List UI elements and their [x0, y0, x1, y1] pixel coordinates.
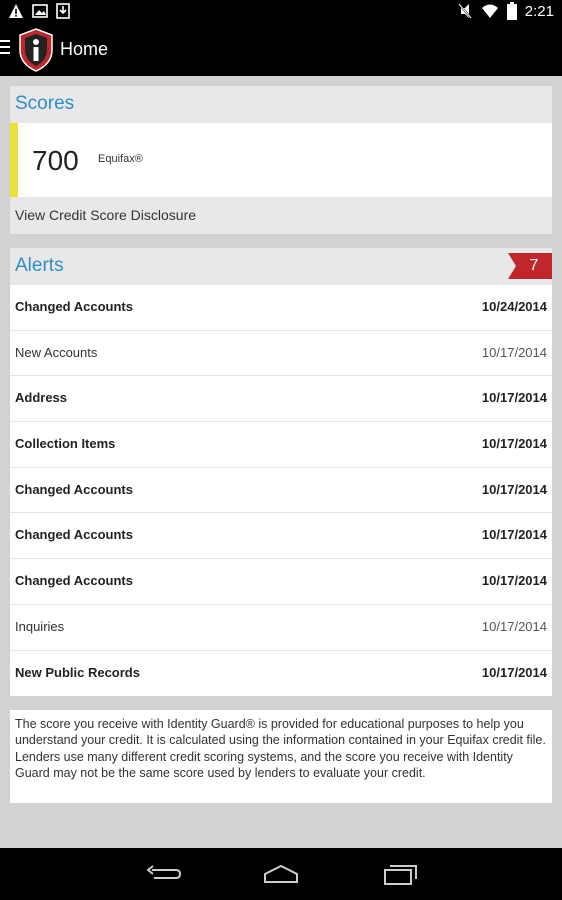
status-right-icons: 2:21	[457, 2, 554, 20]
menu-icon[interactable]	[0, 40, 10, 58]
alert-row[interactable]: Changed Accounts 10/17/2014	[10, 513, 552, 560]
alert-date: 10/17/2014	[481, 436, 547, 452]
scores-card: Scores 700 Equifax® View Credit Score Di…	[10, 86, 552, 234]
alert-list: Changed Accounts 10/24/2014 New Accounts…	[10, 285, 552, 697]
battery-icon	[506, 2, 517, 20]
alert-date: 10/17/2014	[481, 481, 547, 497]
credit-score-disclosure-link[interactable]: View Credit Score Disclosure	[15, 207, 196, 223]
image-icon	[32, 4, 48, 18]
alert-name: Address	[15, 390, 68, 406]
alert-name: Changed Accounts	[15, 481, 133, 497]
disclaimer-card: The score you receive with Identity Guar…	[10, 710, 552, 803]
alert-name: Collection Items	[15, 436, 116, 452]
page-title: Home	[60, 39, 109, 59]
alert-row[interactable]: Changed Accounts 10/17/2014	[10, 559, 552, 605]
disclaimer-text: The score you receive with Identity Guar…	[15, 717, 546, 780]
alerts-title: Alerts	[15, 255, 64, 276]
score-row[interactable]: 700 Equifax®	[10, 123, 552, 197]
alert-row[interactable]: Inquiries 10/17/2014	[10, 604, 552, 651]
alert-date: 10/17/2014	[481, 618, 547, 634]
alert-date: 10/24/2014	[481, 299, 547, 314]
alert-name: Inquiries	[15, 618, 65, 634]
scores-title: Scores	[15, 93, 75, 114]
credit-score-value: 700	[32, 145, 79, 176]
home-icon[interactable]	[261, 862, 301, 886]
alert-name: Changed Accounts	[15, 527, 133, 543]
alert-count-badge: 7	[508, 253, 552, 279]
alert-row[interactable]: Address 10/17/2014	[10, 376, 552, 423]
alert-row[interactable]: Changed Accounts 10/24/2014	[10, 285, 552, 331]
back-icon[interactable]	[144, 862, 184, 886]
status-time: 2:21	[524, 2, 554, 20]
alerts-card: Alerts 7 Changed Accounts 10/24/2014 New…	[10, 248, 552, 697]
download-icon	[56, 3, 70, 19]
scores-header: Scores	[10, 86, 552, 123]
alerts-header[interactable]: Alerts 7	[10, 248, 552, 285]
alert-name: New Public Records	[15, 664, 140, 680]
alert-date: 10/17/2014	[481, 664, 547, 680]
alert-row[interactable]: New Accounts 10/17/2014	[10, 330, 552, 377]
status-bar: 2:21	[0, 0, 562, 24]
alert-name: Changed Accounts	[15, 299, 133, 314]
system-nav-bar	[0, 848, 562, 900]
alert-row[interactable]: Changed Accounts 10/17/2014	[10, 467, 552, 514]
mute-icon	[458, 3, 472, 19]
identity-guard-logo[interactable]	[18, 28, 54, 72]
score-indicator-bar	[10, 123, 18, 197]
wifi-icon	[481, 4, 498, 18]
recents-icon[interactable]	[381, 862, 421, 886]
status-left-icons	[8, 3, 70, 19]
warning-icon	[9, 4, 23, 18]
alert-row[interactable]: Collection Items 10/17/2014	[10, 422, 552, 468]
alert-name: New Accounts	[15, 344, 98, 360]
alert-name: Changed Accounts	[15, 573, 133, 589]
alert-date: 10/17/2014	[481, 344, 547, 360]
app-bar: Home	[0, 24, 562, 76]
alert-date: 10/17/2014	[481, 527, 547, 543]
alert-row[interactable]: New Public Records 10/17/2014	[10, 650, 552, 697]
alert-date: 10/17/2014	[481, 390, 547, 406]
credit-bureau-label: Equifax®	[98, 153, 143, 165]
alert-date: 10/17/2014	[481, 573, 547, 589]
